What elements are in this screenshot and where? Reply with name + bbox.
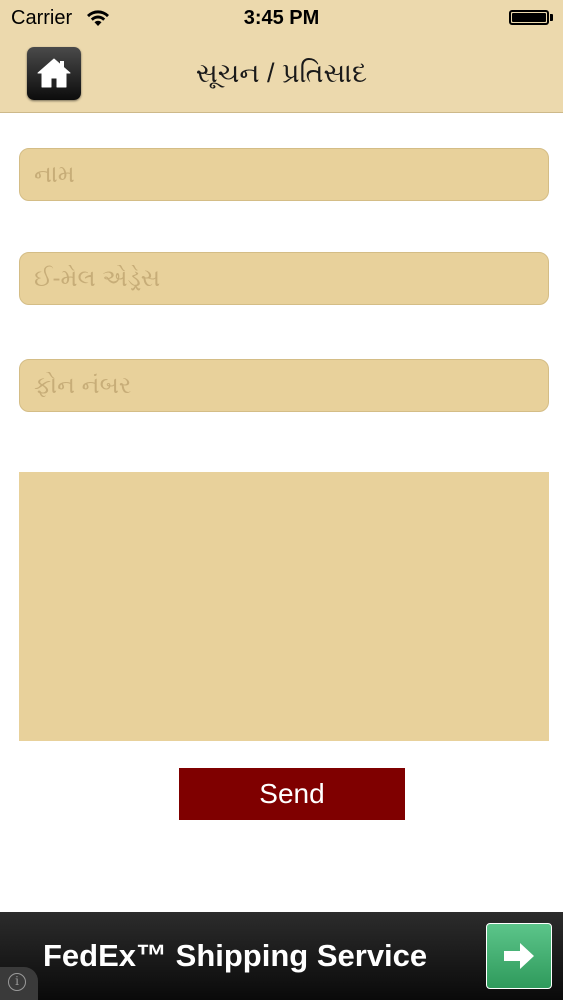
ad-banner[interactable]: FedEx™ Shipping Service — [0, 912, 563, 1000]
email-field[interactable] — [19, 252, 549, 305]
battery-icon — [509, 10, 549, 25]
page-title: સૂચન / પ્રતિસાદ — [195, 58, 368, 88]
arrow-right-icon — [504, 943, 534, 969]
ad-text: FedEx™ Shipping Service — [43, 938, 428, 973]
message-textarea[interactable] — [19, 472, 549, 741]
phone-field[interactable] — [19, 359, 549, 412]
info-icon[interactable]: i — [0, 967, 38, 1000]
clock: 3:45 PM — [243, 7, 320, 29]
name-field[interactable] — [19, 148, 549, 201]
nav-bar: Carrier 3:45 PM સૂચન / પ્રતિસાદ — [0, 0, 563, 113]
status-bar: Carrier 3:45 PM — [0, 0, 563, 38]
info-glyph: i — [8, 973, 26, 991]
ad-arrow-button[interactable] — [486, 923, 552, 989]
send-button[interactable]: Send — [179, 768, 405, 820]
battery-tip — [550, 14, 553, 21]
